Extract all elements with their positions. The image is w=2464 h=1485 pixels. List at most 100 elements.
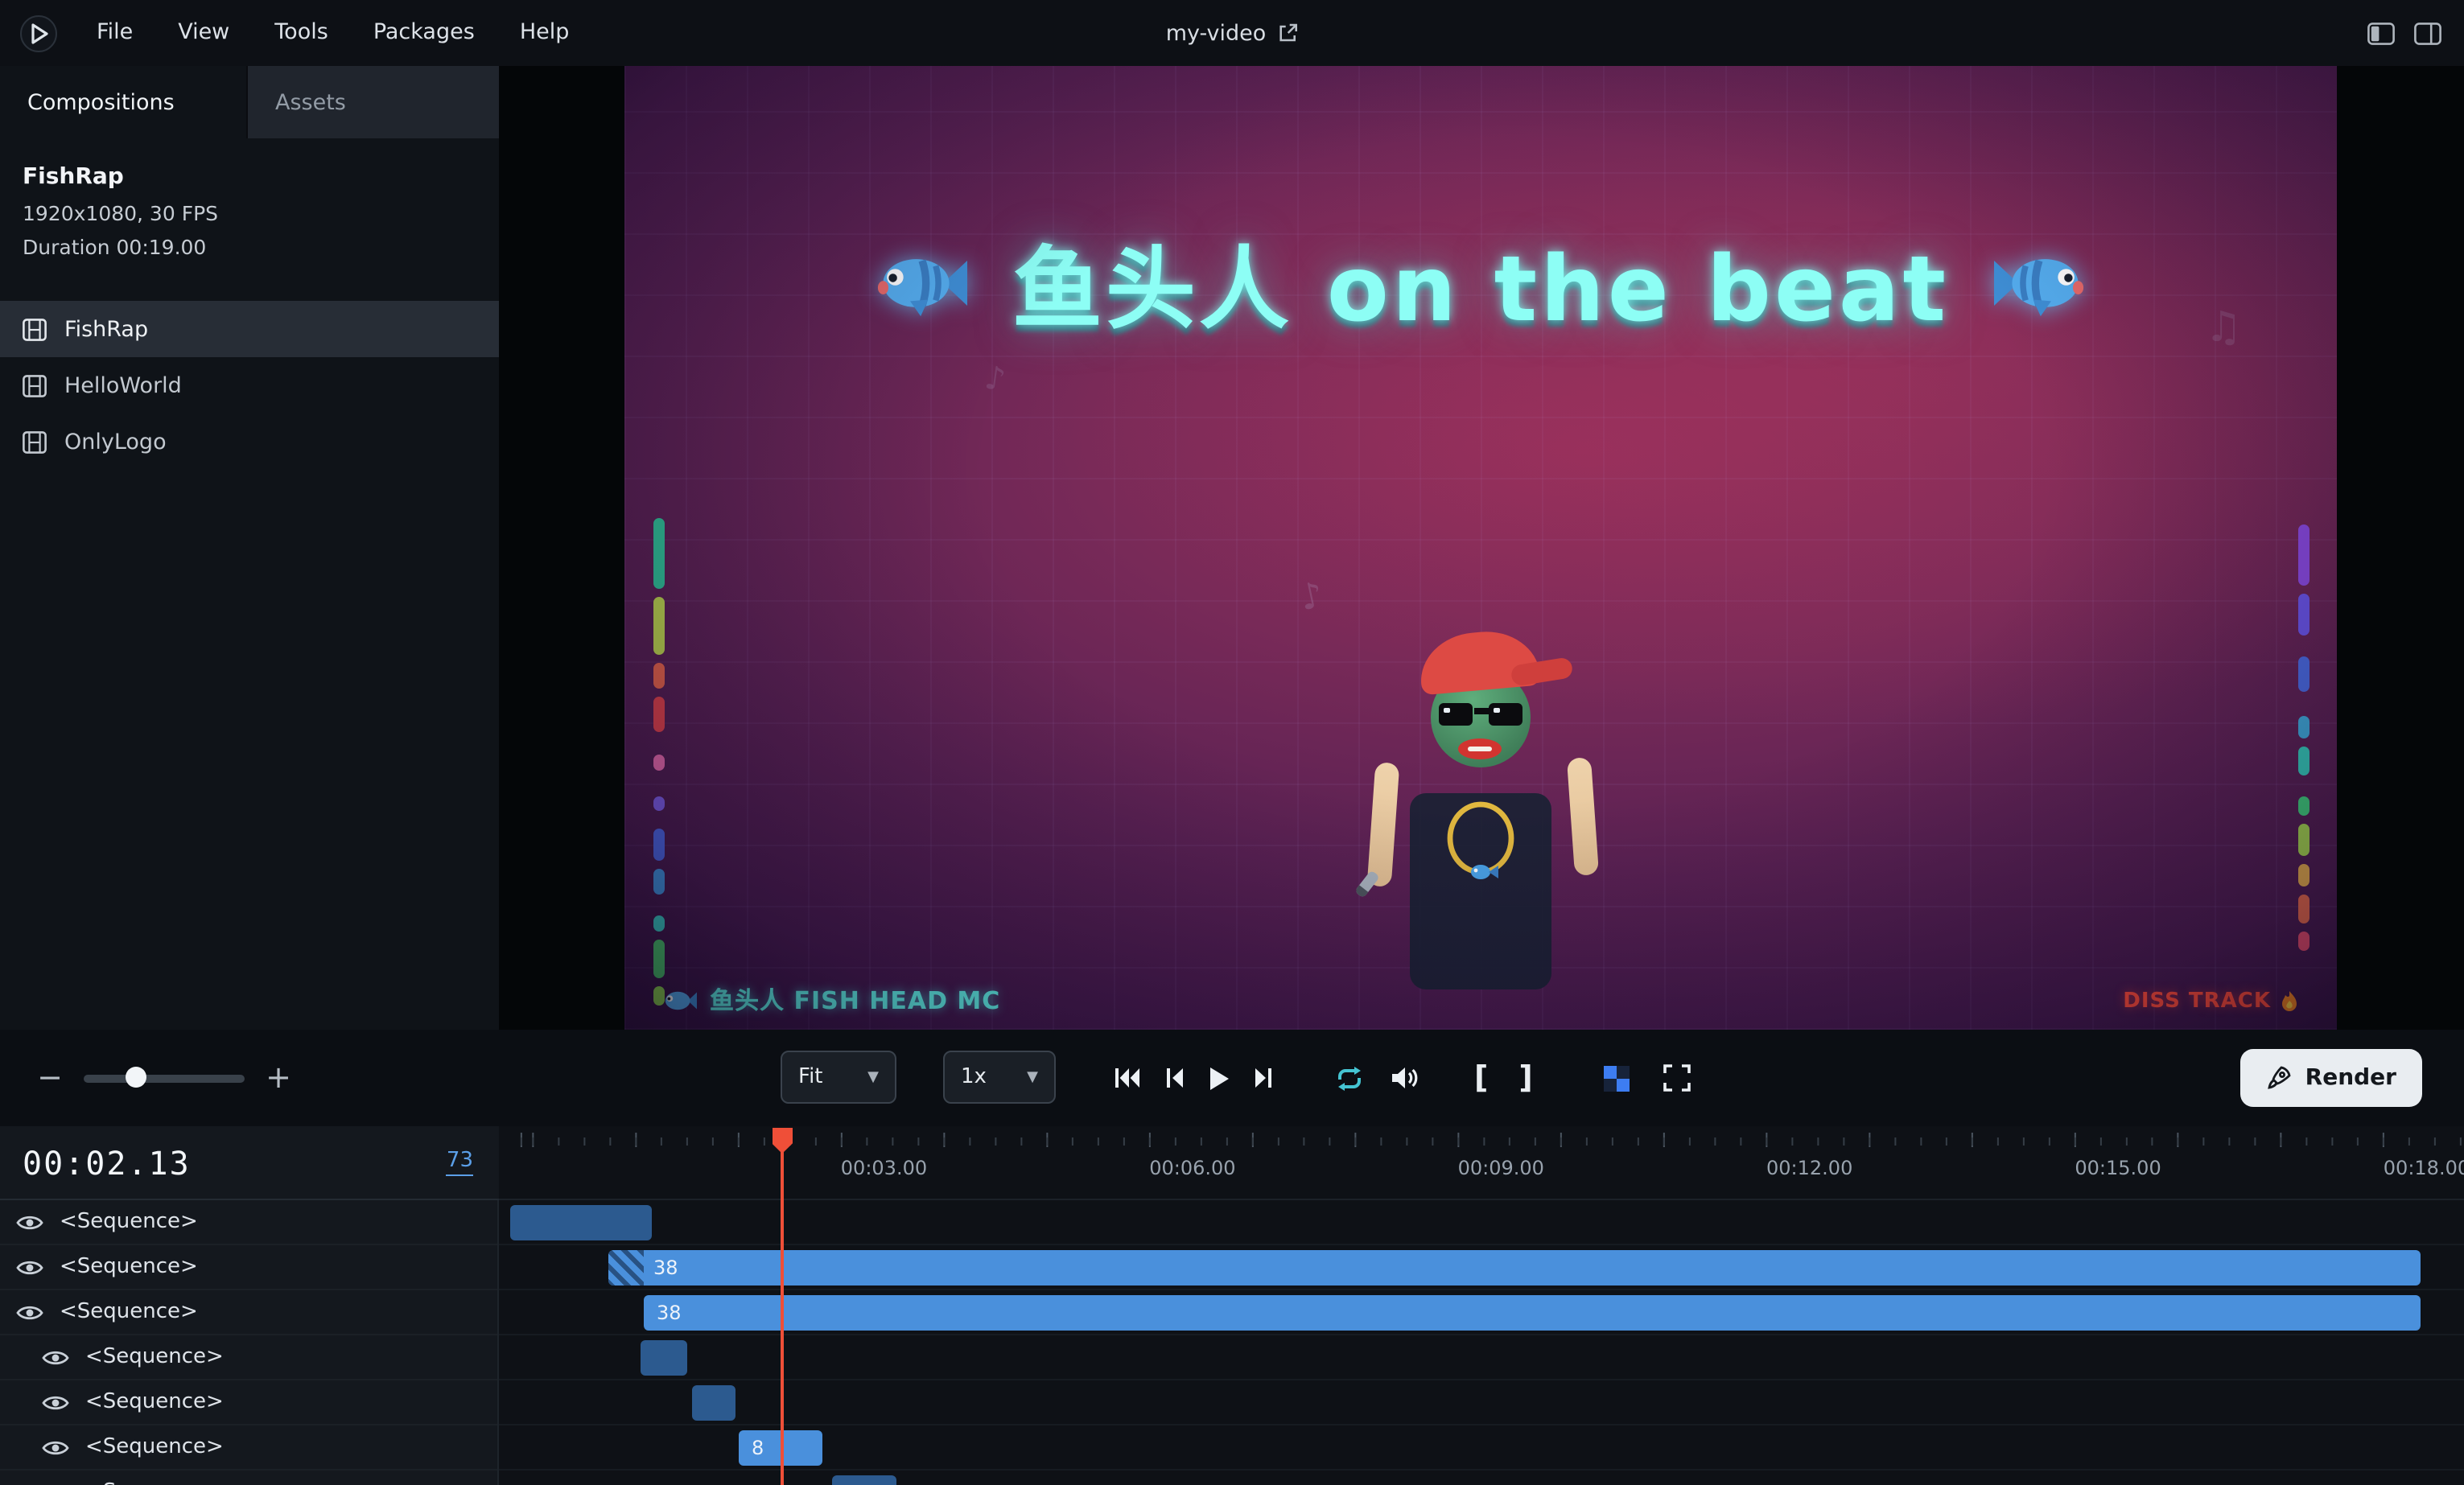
zoom-controls: − + xyxy=(35,1030,293,1126)
timeline-header: 00:02.13 73 xyxy=(0,1126,499,1200)
eye-icon[interactable] xyxy=(16,1302,43,1322)
tab-compositions[interactable]: Compositions xyxy=(0,66,246,138)
composition-item-helloworld[interactable]: HelloWorld xyxy=(0,357,499,413)
track-label-row[interactable]: <Sequence> xyxy=(0,1290,497,1335)
track-label-row[interactable]: <Sequence> xyxy=(0,1471,497,1485)
sequence-label: <Sequence> xyxy=(60,1255,198,1279)
track-label-row[interactable]: <Sequence> xyxy=(0,1245,497,1290)
chevron-down-icon: ▼ xyxy=(1027,1069,1038,1085)
sequence-label: <Sequence> xyxy=(85,1390,224,1414)
visualizer-segment xyxy=(653,755,665,771)
step-forward-icon xyxy=(1254,1067,1273,1089)
transparency-toggle-button[interactable] xyxy=(1603,1064,1630,1092)
current-frame-display[interactable]: 73 xyxy=(447,1149,473,1176)
eye-icon[interactable] xyxy=(42,1347,69,1367)
playback-speed-select[interactable]: 1x ▼ xyxy=(943,1051,1056,1104)
video-canvas[interactable]: ♪ ♫ ♪ 鱼头人 on the beat xyxy=(624,66,2337,1030)
skip-to-start-button[interactable] xyxy=(1114,1067,1141,1089)
zoom-slider[interactable] xyxy=(84,1074,245,1082)
diss-track-badge: DISS TRACK xyxy=(2123,989,2298,1014)
toggle-right-panel-icon[interactable] xyxy=(2414,22,2441,44)
track-label-row[interactable]: <Sequence> xyxy=(0,1425,497,1471)
visualizer-segment xyxy=(653,869,665,895)
sequence-label: <Sequence> xyxy=(85,1345,224,1369)
volume-button[interactable] xyxy=(1391,1065,1421,1091)
track-row[interactable]: 8 xyxy=(499,1425,2464,1471)
composition-name: FishRap xyxy=(23,164,476,190)
visualizer-segment xyxy=(653,518,665,589)
track-label-row[interactable]: <Sequence> xyxy=(0,1200,497,1245)
menu-tools[interactable]: Tools xyxy=(252,0,351,66)
track-row[interactable] xyxy=(499,1471,2464,1485)
timeline-clip[interactable]: 38 xyxy=(608,1250,2421,1285)
eye-icon[interactable] xyxy=(16,1257,43,1277)
composition-info: FishRap 1920x1080, 30 FPS Duration 00:19… xyxy=(0,138,499,291)
viz-left xyxy=(653,518,665,1014)
track-labels-column: <Sequence> <Sequence> <Sequence> <Sequen… xyxy=(0,1200,499,1485)
track-row[interactable] xyxy=(499,1335,2464,1380)
visualizer-segment xyxy=(2298,932,2309,951)
volume-icon xyxy=(1391,1065,1421,1091)
visualizer-segment xyxy=(2298,864,2309,886)
set-in-point-button[interactable]: [ xyxy=(1474,1060,1488,1096)
timeline-clip[interactable] xyxy=(692,1385,735,1421)
timeline-ruler[interactable]: 00:03.0000:06.0000:09.0000:12.0000:15.00… xyxy=(499,1126,2464,1200)
timeline-panel: 00:02.13 73 00:03.0000:06.0000:09.0000:1… xyxy=(0,1126,2464,1485)
set-out-point-button[interactable]: ] xyxy=(1518,1060,1532,1096)
play-icon xyxy=(1209,1066,1230,1090)
track-row[interactable]: 38 xyxy=(499,1245,2464,1290)
menu-help[interactable]: Help xyxy=(497,0,592,66)
composition-format: 1920x1080, 30 FPS xyxy=(23,201,476,225)
viz-right xyxy=(2298,524,2309,959)
visualizer-segment xyxy=(2298,824,2309,856)
menu-packages[interactable]: Packages xyxy=(351,0,497,66)
render-button-label: Render xyxy=(2305,1065,2396,1091)
misc-controls xyxy=(1603,1030,1691,1126)
tab-assets[interactable]: Assets xyxy=(246,66,499,138)
visualizer-segment xyxy=(653,597,665,655)
remotion-logo[interactable] xyxy=(19,14,58,52)
composition-item-onlylogo[interactable]: OnlyLogo xyxy=(0,413,499,470)
clip-duration-label: 38 xyxy=(657,1302,682,1324)
track-row[interactable] xyxy=(499,1200,2464,1245)
fullscreen-button[interactable] xyxy=(1663,1063,1691,1092)
track-row[interactable]: 38 xyxy=(499,1290,2464,1335)
visualizer-segment xyxy=(653,915,665,932)
visualizer-segment xyxy=(2298,594,2309,636)
timeline-clip[interactable] xyxy=(641,1340,687,1376)
project-title[interactable]: my-video xyxy=(1166,20,1299,46)
fish-icon xyxy=(877,249,967,316)
scene-title-text: 鱼头人 on the beat xyxy=(1012,217,1949,348)
track-label-row[interactable]: <Sequence> xyxy=(0,1380,497,1425)
play-button[interactable] xyxy=(1209,1066,1230,1090)
sequence-label: <Sequence> xyxy=(85,1480,224,1485)
previous-frame-button[interactable] xyxy=(1165,1067,1185,1089)
loop-toggle-button[interactable] xyxy=(1333,1064,1366,1092)
project-name-label: my-video xyxy=(1166,20,1267,46)
scene-grid xyxy=(624,66,2337,1030)
canvas-size-select[interactable]: Fit ▼ xyxy=(781,1051,896,1104)
timeline-clip[interactable]: 38 xyxy=(644,1295,2421,1331)
menu-file[interactable]: File xyxy=(74,0,155,66)
next-frame-button[interactable] xyxy=(1254,1067,1273,1089)
timeline-clip[interactable] xyxy=(510,1205,652,1240)
badge-text: DISS TRACK xyxy=(2123,989,2271,1014)
current-time-display: 00:02.13 xyxy=(23,1143,191,1182)
remotion-studio-window: File View Tools Packages Help my-video C… xyxy=(0,0,2464,1485)
composition-item-fishrap[interactable]: FishRap xyxy=(0,301,499,357)
skip-start-icon xyxy=(1114,1067,1141,1089)
track-label-row[interactable]: <Sequence> xyxy=(0,1335,497,1380)
eye-icon[interactable] xyxy=(42,1392,69,1412)
zoom-slider-handle[interactable] xyxy=(126,1067,146,1088)
zoom-out-button[interactable]: − xyxy=(35,1060,64,1096)
composition-item-label: OnlyLogo xyxy=(64,429,167,455)
render-button[interactable]: Render xyxy=(2241,1049,2422,1107)
toggle-left-panel-icon[interactable] xyxy=(2367,22,2395,44)
eye-icon[interactable] xyxy=(42,1438,69,1457)
track-row[interactable] xyxy=(499,1380,2464,1425)
timeline-clip[interactable] xyxy=(832,1475,896,1485)
zoom-in-button[interactable]: + xyxy=(264,1060,293,1096)
eye-icon[interactable] xyxy=(16,1212,43,1232)
visualizer-segment xyxy=(653,697,665,732)
menu-view[interactable]: View xyxy=(155,0,252,66)
